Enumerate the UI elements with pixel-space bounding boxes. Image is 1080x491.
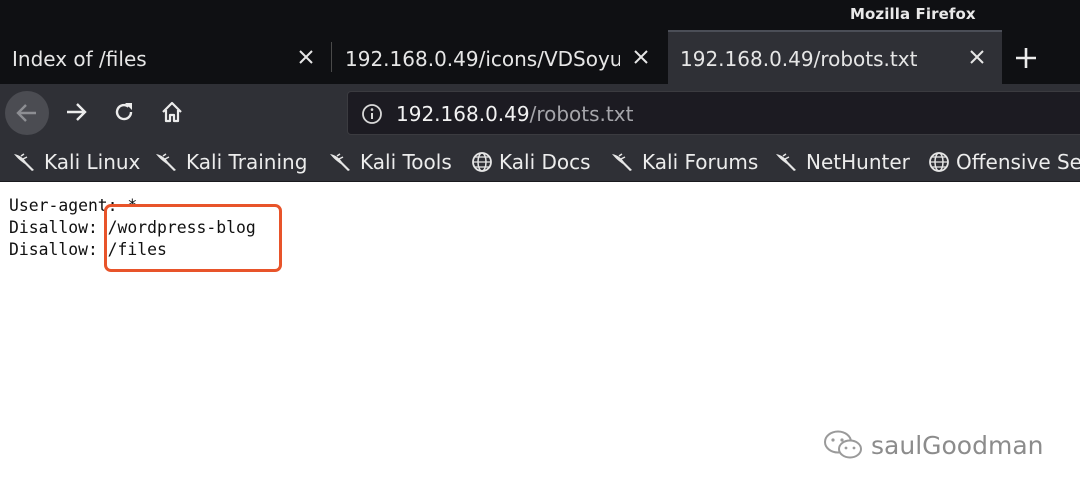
new-tab-plus-icon[interactable] xyxy=(1012,44,1040,72)
address-bar[interactable]: 192.168.0.49/robots.txt xyxy=(347,91,1080,135)
tab-label: Index of /files xyxy=(12,47,147,71)
watermark-text: saulGoodman xyxy=(871,430,1044,460)
tab-separator xyxy=(331,42,332,72)
back-arrow-icon[interactable] xyxy=(5,91,49,135)
url-path: /robots.txt xyxy=(529,102,634,126)
tab-robots-txt[interactable]: 192.168.0.49/robots.txt xyxy=(668,30,1002,84)
kali-dragon-icon xyxy=(156,153,176,171)
watermark: saulGoodman xyxy=(823,429,1044,461)
page-content: User-agent: * Disallow: /wordpress-blog Di… xyxy=(0,182,1080,491)
close-tab-icon[interactable] xyxy=(628,44,654,70)
tab-icons-txt[interactable]: 192.168.0.49/icons/VDSoyuAXiO.txt xyxy=(333,30,667,84)
bookmark-offensive-security[interactable]: Offensive Security xyxy=(928,148,1080,176)
bookmark-label: Kali Linux xyxy=(44,150,141,174)
bookmark-label: Kali Tools xyxy=(360,150,452,174)
wechat-icon xyxy=(824,430,862,459)
window-title: Mozilla Firefox xyxy=(850,5,976,23)
navigation-toolbar: 192.168.0.49/robots.txt xyxy=(0,84,1080,142)
forward-arrow-icon[interactable] xyxy=(60,96,92,128)
browser-window: Mozilla Firefox Index of /files 192.168.… xyxy=(0,0,1080,491)
bookmark-kali-forums[interactable]: Kali Forums xyxy=(610,148,758,176)
tab-index-of-files[interactable]: Index of /files xyxy=(0,30,330,84)
highlight-annotation-box xyxy=(104,204,282,272)
globe-icon xyxy=(472,152,492,172)
reload-icon[interactable] xyxy=(108,96,140,128)
bookmark-kali-docs[interactable]: Kali Docs xyxy=(471,148,591,176)
bookmark-kali-linux[interactable]: Kali Linux xyxy=(12,148,140,176)
globe-icon xyxy=(929,152,949,172)
bookmark-nethunter[interactable]: NetHunter xyxy=(774,148,910,176)
kali-dragon-icon xyxy=(330,153,350,171)
tab-label: 192.168.0.49/icons/VDSoyuAXiO.txt xyxy=(345,47,620,71)
bookmarks-toolbar: Kali Linux Kali Training Kali Tools Kali… xyxy=(0,142,1080,182)
tab-strip: Index of /files 192.168.0.49/icons/VDSoy… xyxy=(0,30,1080,84)
bookmark-label: Kali Training xyxy=(186,150,308,174)
url-text[interactable]: 192.168.0.49/robots.txt xyxy=(396,102,633,126)
info-icon[interactable] xyxy=(361,103,383,125)
url-host: 192.168.0.49 xyxy=(396,102,530,126)
close-tab-icon[interactable] xyxy=(293,44,319,70)
bookmark-label: Kali Docs xyxy=(499,150,591,174)
bookmark-kali-tools[interactable]: Kali Tools xyxy=(328,148,452,176)
tab-label: 192.168.0.49/robots.txt xyxy=(680,47,918,71)
close-tab-icon[interactable] xyxy=(964,44,990,70)
bookmark-kali-training[interactable]: Kali Training xyxy=(154,148,307,176)
bookmark-label: Offensive Security xyxy=(956,150,1080,174)
kali-dragon-icon xyxy=(776,153,796,171)
bookmark-label: Kali Forums xyxy=(642,150,759,174)
kali-dragon-icon xyxy=(612,153,632,171)
bookmark-label: NetHunter xyxy=(806,150,910,174)
kali-dragon-icon xyxy=(14,153,34,171)
home-icon[interactable] xyxy=(156,96,188,128)
title-bar: Mozilla Firefox xyxy=(0,0,1080,30)
